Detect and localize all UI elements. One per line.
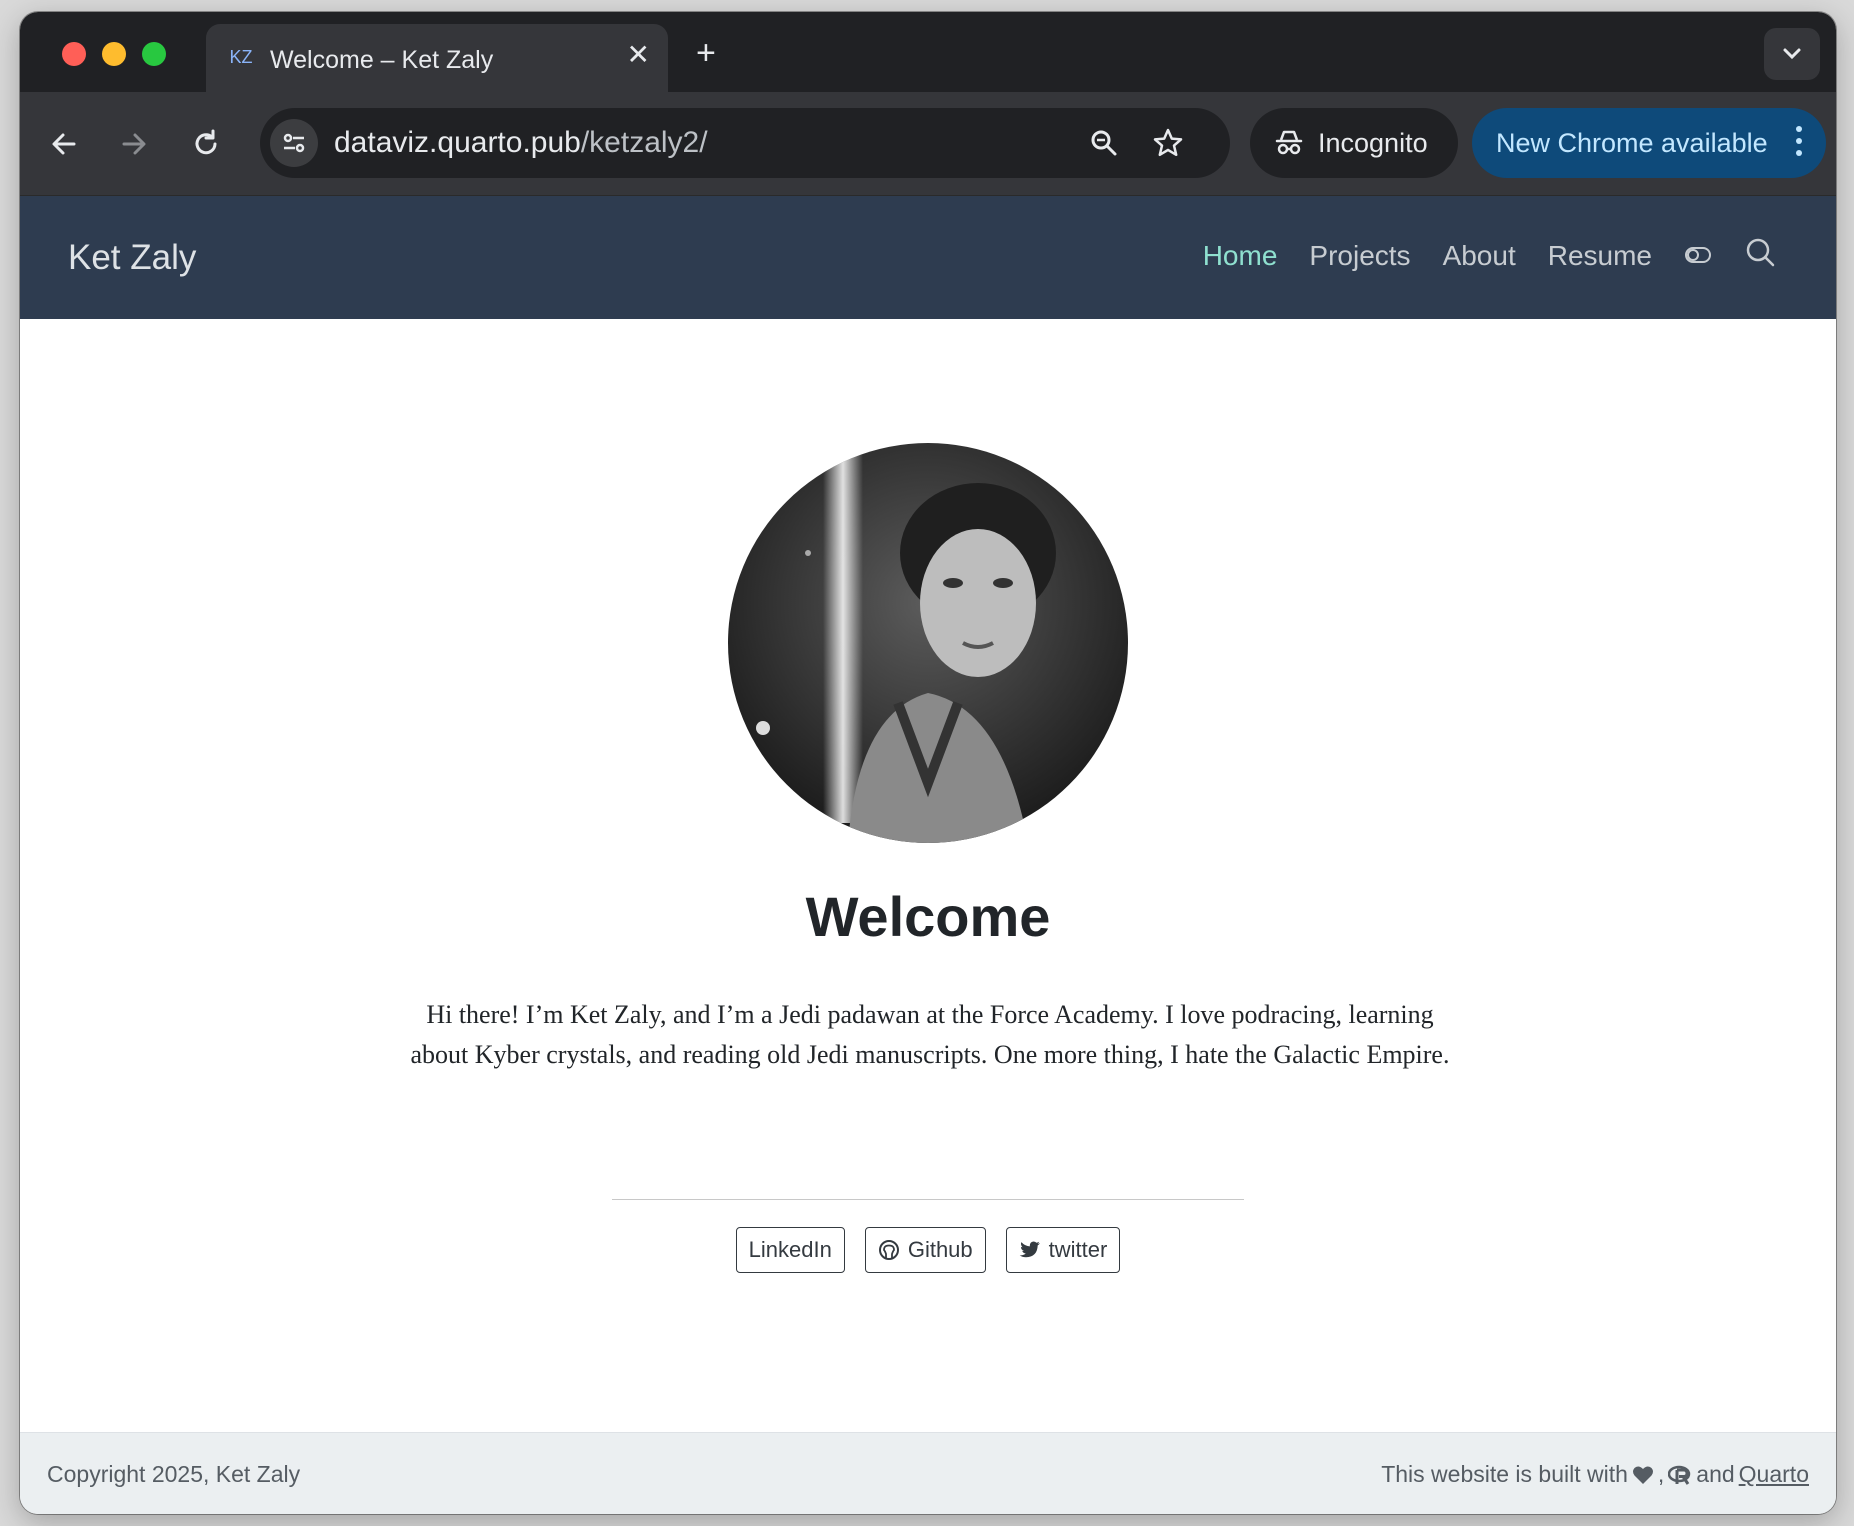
chevron-down-icon	[1783, 48, 1801, 60]
footer-and: and	[1696, 1461, 1735, 1487]
chrome-update-label: New Chrome available	[1496, 127, 1768, 158]
arrow-left-icon	[52, 133, 76, 155]
page-title: Welcome	[805, 885, 1051, 948]
browser-toolbar: dataviz.quarto.pub/ketzaly2/ Incognito N…	[20, 92, 1836, 196]
github-label: Github	[907, 1237, 973, 1262]
bio-text: Hi there! I’m Ket Zaly, and I’m a Jedi p…	[410, 1000, 1450, 1069]
arrow-right-icon	[122, 133, 146, 155]
new-tab-button[interactable]: +	[696, 36, 716, 70]
search-icon[interactable]	[1744, 236, 1776, 275]
heart-icon	[1632, 1465, 1653, 1484]
close-window-button[interactable]	[62, 42, 86, 66]
tune-icon	[283, 133, 305, 153]
twitter-button[interactable]: twitter	[1005, 1227, 1121, 1273]
incognito-label: Incognito	[1318, 127, 1428, 158]
site-brand[interactable]: Ket Zaly	[68, 238, 196, 278]
url-domain: dataviz.quarto.pub	[334, 126, 581, 159]
tab-strip: KZ Welcome – Ket Zaly ✕ +	[20, 12, 1836, 92]
site-navbar: Ket Zaly Home Projects About Resume	[20, 196, 1836, 319]
nav-home[interactable]: Home	[1203, 240, 1278, 272]
linkedin-label: LinkedIn	[748, 1237, 832, 1262]
forward-button[interactable]	[112, 122, 156, 166]
linkedin-button[interactable]: LinkedIn	[735, 1227, 845, 1273]
footer-copyright: Copyright 2025, Ket Zaly	[47, 1461, 301, 1487]
nav-resume[interactable]: Resume	[1548, 240, 1652, 272]
tab-search-button[interactable]	[1764, 28, 1820, 80]
incognito-button[interactable]: Incognito	[1250, 108, 1458, 178]
main-content: Welcome Hi there! I’m Ket Zaly, and I’m …	[20, 319, 1836, 1432]
close-tab-icon[interactable]: ✕	[627, 40, 650, 70]
site-info-button[interactable]	[270, 119, 318, 167]
tab-favicon: KZ	[229, 47, 253, 67]
incognito-icon	[1275, 130, 1303, 155]
quarto-link[interactable]: Quarto	[1739, 1461, 1809, 1488]
browser-window: KZ Welcome – Ket Zaly ✕ + dataviz.quarto…	[20, 12, 1836, 1514]
profile-photo	[728, 443, 1128, 843]
kebab-menu-icon[interactable]	[1796, 126, 1802, 162]
reload-icon	[195, 129, 217, 155]
minimize-window-button[interactable]	[102, 42, 126, 66]
theme-toggle-icon[interactable]	[1684, 240, 1712, 272]
footer-credits: This website is built with , and Quarto	[1381, 1461, 1809, 1488]
footer-built-with: This website is built with	[1381, 1461, 1628, 1487]
nav-projects[interactable]: Projects	[1309, 240, 1410, 272]
zoom-icon	[1091, 130, 1117, 156]
nav-about[interactable]: About	[1443, 240, 1516, 272]
site-footer: Copyright 2025, Ket Zaly This website is…	[20, 1432, 1836, 1514]
github-button[interactable]: Github	[864, 1227, 986, 1273]
chrome-update-button[interactable]: New Chrome available	[1472, 108, 1826, 178]
twitter-icon	[1019, 1241, 1040, 1258]
browser-tab[interactable]: KZ Welcome – Ket Zaly ✕	[206, 24, 668, 92]
zoom-button[interactable]	[1082, 121, 1126, 165]
r-logo-icon	[1668, 1465, 1691, 1485]
url-text[interactable]: dataviz.quarto.pub/ketzaly2/	[334, 126, 708, 160]
maximize-window-button[interactable]	[142, 42, 166, 66]
window-controls	[62, 42, 166, 66]
address-bar[interactable]: dataviz.quarto.pub/ketzaly2/	[260, 108, 1230, 178]
tab-title: Welcome – Ket Zaly	[270, 46, 494, 74]
github-icon	[878, 1240, 899, 1260]
social-links: LinkedIn Github twitter	[20, 1227, 1836, 1273]
star-icon	[1153, 128, 1183, 157]
reload-button[interactable]	[184, 122, 228, 166]
bookmark-button[interactable]	[1146, 121, 1190, 165]
back-button[interactable]	[42, 122, 86, 166]
site-nav: Home Projects About Resume	[1203, 236, 1776, 275]
divider	[612, 1199, 1244, 1200]
twitter-label: twitter	[1048, 1237, 1108, 1262]
url-path: /ketzaly2/	[580, 126, 708, 159]
